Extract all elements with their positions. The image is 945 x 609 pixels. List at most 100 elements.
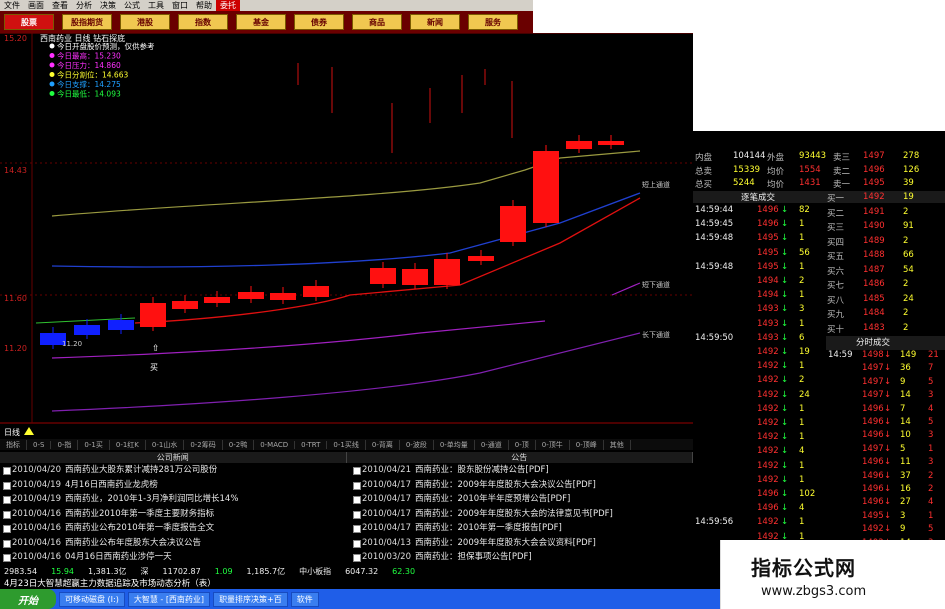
- sh-change: 15.94: [51, 566, 74, 576]
- down-arrow-icon: ↓: [884, 510, 892, 521]
- indicator-tab-13[interactable]: 0-单均量: [434, 439, 475, 450]
- menu-item-8[interactable]: 帮助: [192, 0, 216, 11]
- time-trade-row: 1497 ↓ 5 1: [826, 444, 945, 458]
- menu-item-3[interactable]: 分析: [72, 0, 96, 11]
- bid-price: 1491: [863, 206, 885, 217]
- nav-button-2[interactable]: 港股: [120, 14, 170, 30]
- down-arrow-icon: ↓: [884, 457, 892, 468]
- company-news-row[interactable]: 2010/04/16 西南药业公布2010年第一季度报告全文: [0, 521, 345, 536]
- indicator-tab-3[interactable]: 0-1买: [78, 439, 110, 450]
- news-date: 2010/03/20: [362, 552, 411, 562]
- quote-row: 1493 ↓ 3: [693, 304, 825, 318]
- trade-price: 1492: [757, 432, 779, 443]
- announcement-row[interactable]: 2010/04/17 西南药业：2009年年度股东大会的法律意见书[PDF]: [350, 507, 693, 522]
- nav-button-8[interactable]: 服务: [468, 14, 518, 30]
- news-headline: 西南药业：2009年年度股东大会会议资料[PDF]: [415, 537, 596, 548]
- announcement-row[interactable]: 2010/03/20 西南药业：担保事项公告[PDF]: [350, 550, 693, 565]
- down-arrow-icon: ↓: [884, 430, 892, 441]
- nav-bar: 股票 股指期货 港股 指数 基金 债券 商品 新闻 服务: [0, 11, 533, 33]
- sz-amount: 1,185.7亿: [246, 566, 286, 576]
- indicator-tab-11[interactable]: 0-背离: [366, 439, 400, 450]
- indicator-tab-1[interactable]: 0-S: [27, 440, 52, 449]
- indicator-tab-9[interactable]: 0-TRT: [295, 440, 328, 449]
- announcement-row[interactable]: 2010/04/17 西南药业：2010年第一季度报告[PDF]: [350, 521, 693, 536]
- bid-price: 1490: [863, 221, 885, 231]
- indicator-tab-8[interactable]: 0-MACD: [254, 440, 296, 449]
- company-news-list: 2010/04/20 西南药业大股东累计减持281万公司股份 2010/04/19 4…: [0, 463, 345, 565]
- kline-chart-panel[interactable]: 15.20 14.43 11.60 11.20 西南药业 日线 钻石探底 今日开盘股价预测…: [0, 33, 693, 439]
- nav-button-7[interactable]: 新闻: [410, 14, 460, 30]
- company-news-row[interactable]: 2010/04/16 西南药业公布年度股东大会决议公告: [0, 536, 345, 551]
- ask-label: 卖三: [833, 153, 851, 163]
- taskbar-item-3[interactable]: 软件: [290, 591, 319, 607]
- candle-body-14: [533, 151, 559, 223]
- legend-text-2: 今日压力：14.860: [57, 60, 121, 70]
- quote-row: 1492↓ 2: [693, 375, 825, 389]
- down-arrow-icon: ↓: [781, 474, 789, 485]
- announcement-row[interactable]: 2010/04/17 西南药业：2009年年度股东大会决议公告[PDF]: [350, 478, 693, 493]
- down-arrow-icon: ↓: [884, 403, 892, 414]
- menu-item-1[interactable]: 画面: [24, 0, 48, 11]
- menu-item-7[interactable]: 窗口: [168, 0, 192, 11]
- announcement-row[interactable]: 2010/04/13 西南药业：2009年年度股东大会会议资料[PDF]: [350, 536, 693, 551]
- company-news-row[interactable]: 2010/04/20 西南药业大股东累计减持281万公司股份: [0, 463, 345, 478]
- nav-button-1[interactable]: 股指期货: [62, 14, 112, 30]
- indicator-tab-6[interactable]: 0-2筹码: [184, 439, 223, 450]
- down-arrow-icon: ↓: [781, 261, 789, 272]
- indicator-tab-7[interactable]: 0-2鸭: [223, 439, 255, 450]
- quote-row: 1492↓ 1: [693, 461, 825, 475]
- news-ticker[interactable]: 4月23日大智慧超赢主力数据追踪及市场动态分析（表）: [0, 577, 720, 589]
- kline-chart[interactable]: 15.2014.4311.6011.20西南药业 日线 钻石探底今日开盘股价预测…: [0, 33, 693, 439]
- nav-button-6[interactable]: 商品: [352, 14, 402, 30]
- indicator-tab-17[interactable]: 0-顶峰: [570, 439, 604, 450]
- time-trade-row: 1497 ↓ 9 5: [826, 377, 945, 391]
- time-trade-volume: 149: [900, 350, 917, 360]
- indicator-tab-4[interactable]: 0-1红K: [110, 439, 146, 450]
- announcement-row[interactable]: 2010/04/17 西南药业：2010年半年度预增公告[PDF]: [350, 492, 693, 507]
- brand-url: www.zbgs3.com: [761, 584, 867, 599]
- trade-price: 1492: [757, 361, 779, 372]
- menu-item-5[interactable]: 公式: [120, 0, 144, 11]
- down-arrow-icon: ↓: [781, 446, 789, 457]
- indicator-tab-0[interactable]: 指标: [0, 439, 27, 450]
- legend-text-0: 今日开盘股价预测，仅供参考: [57, 41, 155, 51]
- company-news-row[interactable]: 2010/04/16 04月16日西南药业涉停一天: [0, 550, 345, 565]
- trade-price: 1496: [757, 205, 779, 215]
- trade-price: 1495: [757, 261, 779, 272]
- nav-button-4[interactable]: 基金: [236, 14, 286, 30]
- time-trade-volume: 9: [900, 376, 906, 387]
- indicator-tab-14[interactable]: 0-通道: [475, 439, 509, 450]
- nav-button-3[interactable]: 指数: [178, 14, 228, 30]
- trade-price: 1492: [757, 460, 779, 471]
- indicator-tab-15[interactable]: 0-顶: [509, 439, 536, 450]
- menu-item-4[interactable]: 决策: [96, 0, 120, 11]
- indicator-tab-12[interactable]: 0-波段: [400, 439, 434, 450]
- menu-item-0[interactable]: 文件: [0, 0, 24, 11]
- company-news-row[interactable]: 2010/04/19 4月16日西南药业龙虎榜: [0, 478, 345, 493]
- start-button[interactable]: 开始: [0, 589, 56, 609]
- menu-item-trade[interactable]: 委托: [216, 0, 240, 11]
- legend-text-4: 今日支撑：14.275: [57, 79, 121, 89]
- announcement-row[interactable]: 2010/04/21 西南药业：股东股份减持公告[PDF]: [350, 463, 693, 478]
- bid-volume: 24: [903, 293, 914, 304]
- indicator-tab-10[interactable]: 0-1买线: [327, 439, 366, 450]
- nav-button-5[interactable]: 债券: [294, 14, 344, 30]
- taskbar-item-1[interactable]: 大智慧 - [西南药业]: [127, 591, 211, 607]
- indicator-tab-16[interactable]: 0-顶牛: [536, 439, 570, 450]
- nav-button-0[interactable]: 股票: [4, 14, 54, 30]
- ytick-1: 14.43: [4, 166, 27, 175]
- indicator-tab-18[interactable]: 其他: [604, 439, 631, 450]
- trade-price: 1492: [757, 474, 779, 485]
- company-news-row[interactable]: 2010/04/19 西南药业，2010年1-3月净利润同比增长14%: [0, 492, 345, 507]
- indicator-tab-2[interactable]: 0-指: [51, 439, 79, 450]
- trade-volume: 102: [799, 489, 816, 499]
- down-arrow-icon: ↓: [884, 443, 892, 454]
- time-trade-row: 1496 ↓ 27 4: [826, 497, 945, 511]
- taskbar-item-0[interactable]: 可移动磁盘 (I:): [59, 591, 125, 607]
- menu-item-2[interactable]: 查看: [48, 0, 72, 11]
- taskbar-item-2[interactable]: 职量排序决策+百: [213, 591, 288, 607]
- menu-item-6[interactable]: 工具: [144, 0, 168, 11]
- news-date: 2010/04/17: [362, 479, 411, 490]
- indicator-tab-5[interactable]: 0-1山水: [146, 439, 185, 450]
- company-news-row[interactable]: 2010/04/16 西南药业2010年第一季度主要财务指标: [0, 507, 345, 522]
